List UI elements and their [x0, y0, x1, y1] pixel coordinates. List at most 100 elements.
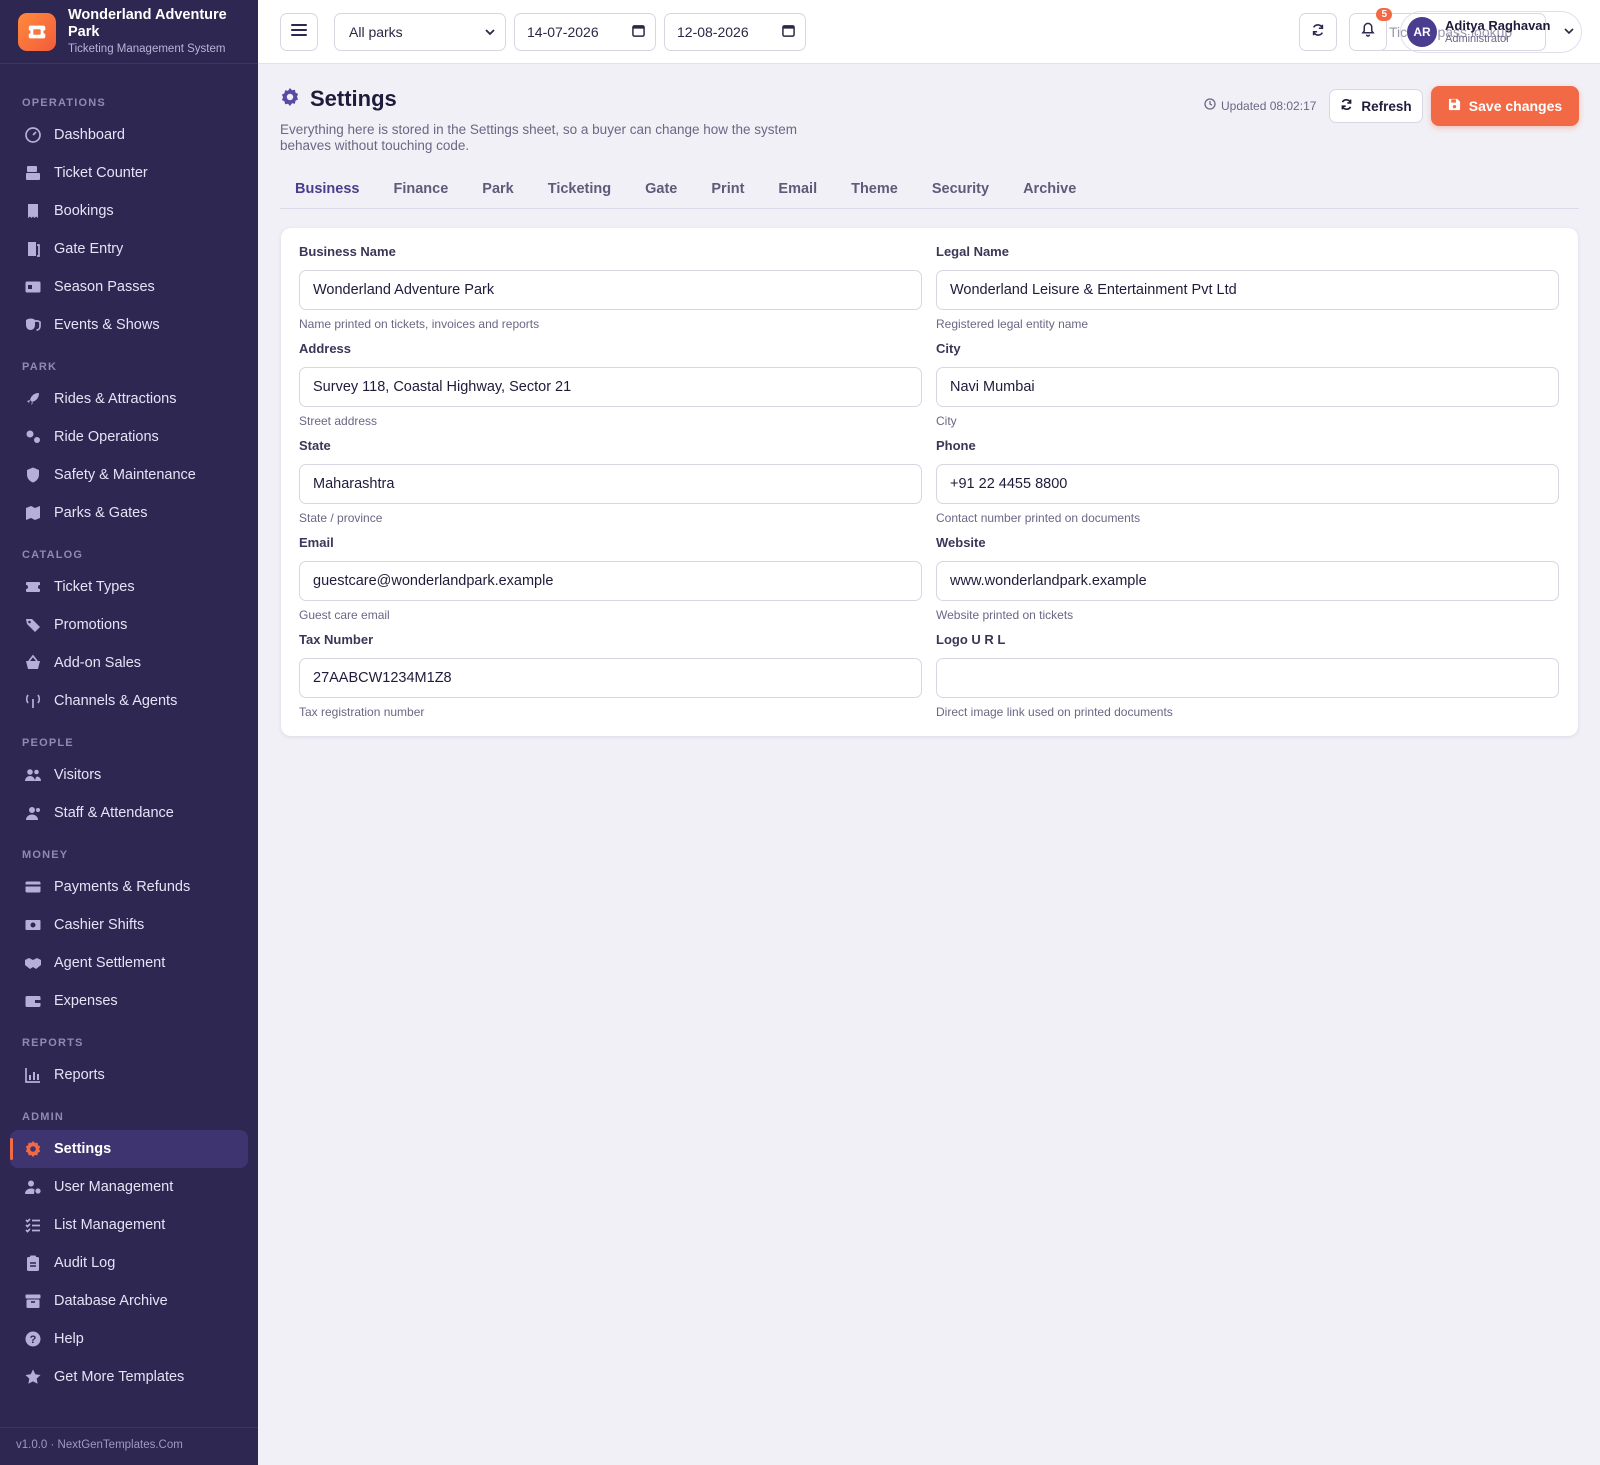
- sidebar-item-list-management[interactable]: List Management: [0, 1206, 258, 1244]
- field-hint: Name printed on tickets, invoices and re…: [299, 317, 540, 331]
- sidebar-item-help[interactable]: ? Help: [0, 1320, 258, 1358]
- sidebar-item-season-passes[interactable]: Season Passes: [0, 268, 258, 306]
- refresh-button[interactable]: Refresh: [1329, 89, 1423, 123]
- tab-ticketing[interactable]: Ticketing: [533, 176, 626, 209]
- email-input[interactable]: guestcare@wonderlandpark.example: [299, 561, 922, 601]
- phone-input[interactable]: +91 22 4455 8800: [936, 464, 1559, 504]
- sidebar-nav: OPERATIONS Dashboard Ticket Counter Booking…: [0, 64, 258, 1396]
- section-title-people: PEOPLE: [22, 737, 74, 749]
- tab-park[interactable]: Park: [467, 176, 528, 209]
- sidebar-item-reports[interactable]: Reports: [0, 1056, 258, 1094]
- door-icon: [24, 240, 42, 258]
- ticket-logo-icon: [18, 12, 56, 51]
- address-input[interactable]: Survey 118, Coastal Highway, Sector 21: [299, 367, 922, 407]
- user-role: Administrator: [1445, 33, 1510, 46]
- field-label: Address: [299, 341, 352, 356]
- brand[interactable]: Wonderland Adventure Park Ticketing Mana…: [0, 0, 258, 64]
- list-check-icon: [24, 1216, 42, 1234]
- sidebar-item-label: Help: [54, 1331, 84, 1347]
- sidebar-item-label: Visitors: [54, 767, 102, 783]
- sidebar-item-visitors[interactable]: Visitors: [0, 756, 258, 794]
- sidebar-item-label: Expenses: [54, 993, 118, 1009]
- sidebar-item-label: Safety & Maintenance: [54, 467, 196, 483]
- sidebar-item-payments-refunds[interactable]: Payments & Refunds: [0, 868, 258, 906]
- sidebar-item-audit-log[interactable]: Audit Log: [0, 1244, 258, 1282]
- tab-business[interactable]: Business: [280, 176, 374, 209]
- receipt-icon: [24, 202, 42, 220]
- sidebar-item-add-on-sales[interactable]: Add-on Sales: [0, 644, 258, 682]
- legal-name-input[interactable]: Wonderland Leisure & Entertainment Pvt L…: [936, 270, 1559, 310]
- field-phone: Phone +91 22 4455 8800 Contact number prin…: [936, 438, 1559, 525]
- bell-icon: [1361, 22, 1375, 42]
- sidebar-item-dashboard[interactable]: Dashboard: [0, 116, 258, 154]
- logo-u-r-l-input[interactable]: [936, 658, 1559, 698]
- sidebar-item-ticket-types[interactable]: Ticket Types: [0, 568, 258, 606]
- map-icon: [24, 504, 42, 522]
- tab-email[interactable]: Email: [763, 176, 832, 209]
- field-hint: City: [936, 414, 957, 428]
- tab-print[interactable]: Print: [696, 176, 759, 209]
- sidebar-item-get-more-templates[interactable]: Get More Templates: [0, 1358, 258, 1396]
- sidebar-item-cashier-shifts[interactable]: Cashier Shifts: [0, 906, 258, 944]
- sidebar-item-parks-gates[interactable]: Parks & Gates: [0, 494, 258, 532]
- avatar: AR: [1407, 17, 1437, 47]
- tab-archive[interactable]: Archive: [1008, 176, 1091, 209]
- tab-gate[interactable]: Gate: [630, 176, 692, 209]
- park-select[interactable]: All parks: [334, 13, 506, 51]
- city-input[interactable]: Navi Mumbai: [936, 367, 1559, 407]
- section-title-park: PARK: [22, 361, 58, 373]
- notifications-button[interactable]: 5: [1349, 8, 1392, 51]
- sidebar-item-label: Bookings: [54, 203, 114, 219]
- sidebar-item-expenses[interactable]: Expenses: [0, 982, 258, 1020]
- sidebar-item-promotions[interactable]: Promotions: [0, 606, 258, 644]
- sidebar-item-gate-entry[interactable]: Gate Entry: [0, 230, 258, 268]
- sidebar-item-safety-maintenance[interactable]: Safety & Maintenance: [0, 456, 258, 494]
- state-input[interactable]: Maharashtra: [299, 464, 922, 504]
- masks-icon: [24, 316, 42, 334]
- sidebar-item-events-shows[interactable]: Events & Shows: [0, 306, 258, 344]
- sidebar-item-label: Channels & Agents: [54, 693, 178, 709]
- date-from-value: 14-07-2026: [527, 24, 599, 40]
- sidebar-item-label: Ride Operations: [54, 429, 159, 445]
- updated-text: Updated 08:02:17: [1221, 98, 1317, 113]
- field-legal-name: Legal Name Wonderland Leisure & Entertain…: [936, 244, 1559, 331]
- sidebar-item-staff-attendance[interactable]: Staff & Attendance: [0, 794, 258, 832]
- svg-text:?: ?: [30, 1334, 37, 1346]
- sidebar: Wonderland Adventure Park Ticketing Mana…: [0, 0, 258, 1465]
- sidebar-item-label: Ticket Counter: [54, 165, 148, 181]
- user-menu[interactable]: AR Aditya Raghavan Administrator: [1400, 11, 1582, 53]
- sidebar-item-ticket-counter[interactable]: Ticket Counter: [0, 154, 258, 192]
- tab-security[interactable]: Security: [917, 176, 1004, 209]
- sidebar-item-ride-operations[interactable]: Ride Operations: [0, 418, 258, 456]
- tab-finance[interactable]: Finance: [378, 176, 463, 209]
- section-title-reports: REPORTS: [22, 1037, 84, 1049]
- sidebar-item-label: Payments & Refunds: [54, 879, 191, 895]
- date-from-input[interactable]: 14-07-2026: [514, 13, 656, 51]
- sidebar-item-user-management[interactable]: User Management: [0, 1168, 258, 1206]
- sidebar-item-rides-attractions[interactable]: Rides & Attractions: [0, 380, 258, 418]
- sidebar-item-label: Staff & Attendance: [54, 805, 174, 821]
- chevron-down-icon: [485, 24, 495, 40]
- date-to-input[interactable]: 12-08-2026: [664, 13, 806, 51]
- tab-theme[interactable]: Theme: [836, 176, 913, 209]
- antenna-icon: [24, 692, 42, 710]
- tax-number-input[interactable]: 27AABCW1234M1Z8: [299, 658, 922, 698]
- sidebar-item-bookings[interactable]: Bookings: [0, 192, 258, 230]
- bar-chart-icon: [24, 1066, 42, 1084]
- chevron-down-icon: [1564, 23, 1575, 41]
- website-input[interactable]: www.wonderlandpark.example: [936, 561, 1559, 601]
- sidebar-item-settings[interactable]: Settings: [10, 1130, 248, 1168]
- sidebar-item-database-archive[interactable]: Database Archive: [0, 1282, 258, 1320]
- sync-button[interactable]: [1299, 13, 1337, 51]
- business-name-input[interactable]: Wonderland Adventure Park: [299, 270, 922, 310]
- field-website: Website www.wonderlandpark.example Website…: [936, 535, 1559, 622]
- menu-toggle-button[interactable]: [280, 13, 318, 51]
- sidebar-item-channels-agents[interactable]: Channels & Agents: [0, 682, 258, 720]
- business-settings-card: Business Name Wonderland Adventure Park Na…: [281, 228, 1578, 736]
- save-changes-button[interactable]: Save changes: [1431, 86, 1579, 126]
- ticket-icon: [24, 578, 42, 596]
- field-hint: Guest care email: [299, 608, 390, 622]
- sidebar-item-agent-settlement[interactable]: Agent Settlement: [0, 944, 258, 982]
- calendar-icon: [782, 24, 795, 40]
- sidebar-item-label: Promotions: [54, 617, 128, 633]
